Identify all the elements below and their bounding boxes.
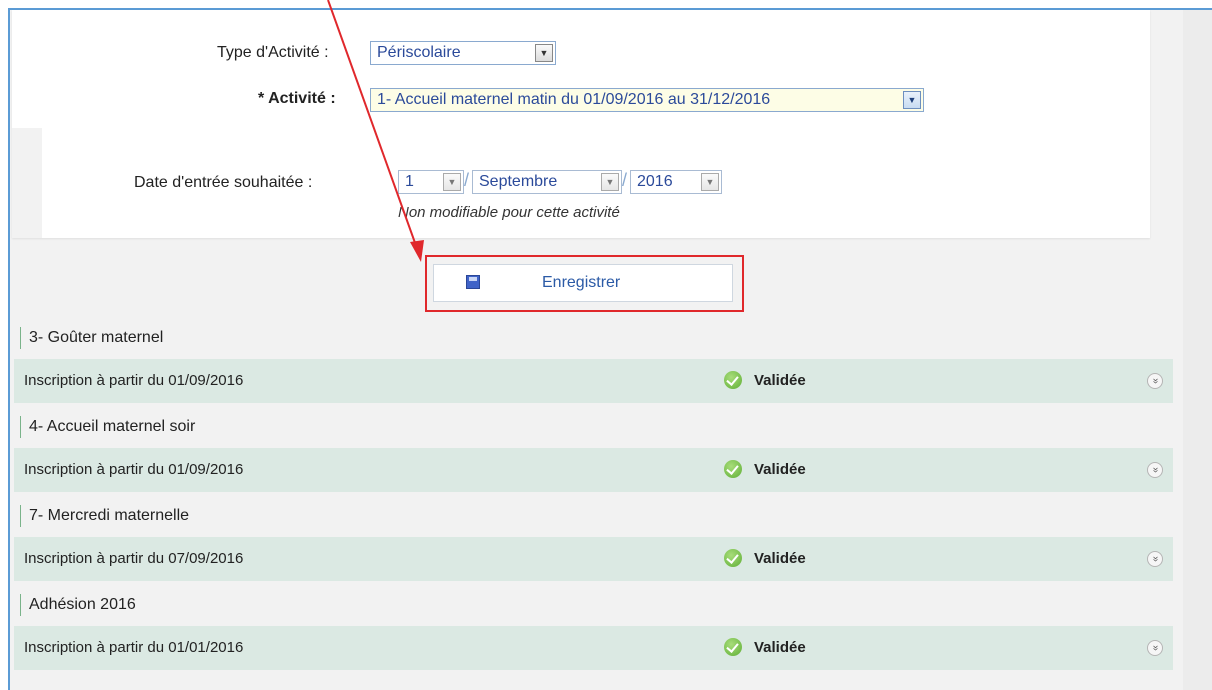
type-activity-value: Périscolaire	[377, 44, 461, 61]
floppy-disk-icon	[466, 275, 480, 289]
check-circle-icon	[724, 549, 742, 567]
activity-label: * Activité :	[258, 90, 336, 107]
double-chevron-down-icon[interactable]: »	[1147, 373, 1163, 389]
double-chevron-down-icon[interactable]: »	[1147, 551, 1163, 567]
group-title: Adhésion 2016	[20, 594, 136, 616]
triangle-down-icon[interactable]: ▼	[443, 173, 461, 191]
type-activity-label: Type d'Activité :	[217, 44, 329, 61]
entry-month-value: Septembre	[479, 173, 558, 190]
registration-row: Inscription à partir du 07/09/2016 Valid…	[14, 537, 1173, 581]
check-circle-icon	[724, 371, 742, 389]
group-title: 7- Mercredi maternelle	[20, 505, 189, 527]
status-badge: Validée	[724, 549, 806, 567]
status-badge: Validée	[724, 460, 806, 478]
registration-date: Inscription à partir du 07/09/2016	[24, 550, 244, 567]
entry-month-select[interactable]: Septembre ▼	[472, 170, 622, 194]
triangle-down-icon[interactable]: ▼	[535, 44, 553, 62]
group-title: 4- Accueil maternel soir	[20, 416, 195, 438]
entry-year-select[interactable]: 2016 ▼	[630, 170, 722, 194]
save-button-label: Enregistrer	[542, 274, 621, 291]
status-badge: Validée	[724, 638, 806, 656]
registration-row: Inscription à partir du 01/01/2016 Valid…	[14, 626, 1173, 670]
entry-date-label: Date d'entrée souhaitée :	[134, 174, 313, 191]
entry-year-value: 2016	[637, 173, 673, 190]
activity-value: 1- Accueil maternel matin du 01/09/2016 …	[377, 91, 771, 108]
group-title: 3- Goûter maternel	[20, 327, 163, 349]
save-highlight: Enregistrer	[425, 255, 744, 312]
entry-day-select[interactable]: 1 ▼	[398, 170, 464, 194]
double-chevron-down-icon[interactable]: »	[1147, 462, 1163, 478]
registration-date: Inscription à partir du 01/09/2016	[24, 461, 244, 478]
status-badge: Validée	[724, 371, 806, 389]
entry-day-value: 1	[405, 173, 414, 190]
registration-date: Inscription à partir du 01/09/2016	[24, 372, 244, 389]
registration-row: Inscription à partir du 01/09/2016 Valid…	[14, 448, 1173, 492]
registration-row: Inscription à partir du 01/09/2016 Valid…	[14, 359, 1173, 403]
save-button[interactable]: Enregistrer	[433, 264, 733, 302]
type-activity-select[interactable]: Périscolaire ▼	[370, 41, 556, 65]
check-circle-icon	[724, 638, 742, 656]
activity-select[interactable]: 1- Accueil maternel matin du 01/09/2016 …	[370, 88, 924, 112]
check-circle-icon	[724, 460, 742, 478]
triangle-down-icon[interactable]: ▼	[701, 173, 719, 191]
date-note: Non modifiable pour cette activité	[398, 204, 620, 221]
right-panel-edge	[1183, 10, 1212, 690]
registration-date: Inscription à partir du 01/01/2016	[24, 639, 244, 656]
double-chevron-down-icon[interactable]: »	[1147, 640, 1163, 656]
triangle-down-icon[interactable]: ▼	[601, 173, 619, 191]
triangle-down-icon[interactable]: ▼	[903, 91, 921, 109]
